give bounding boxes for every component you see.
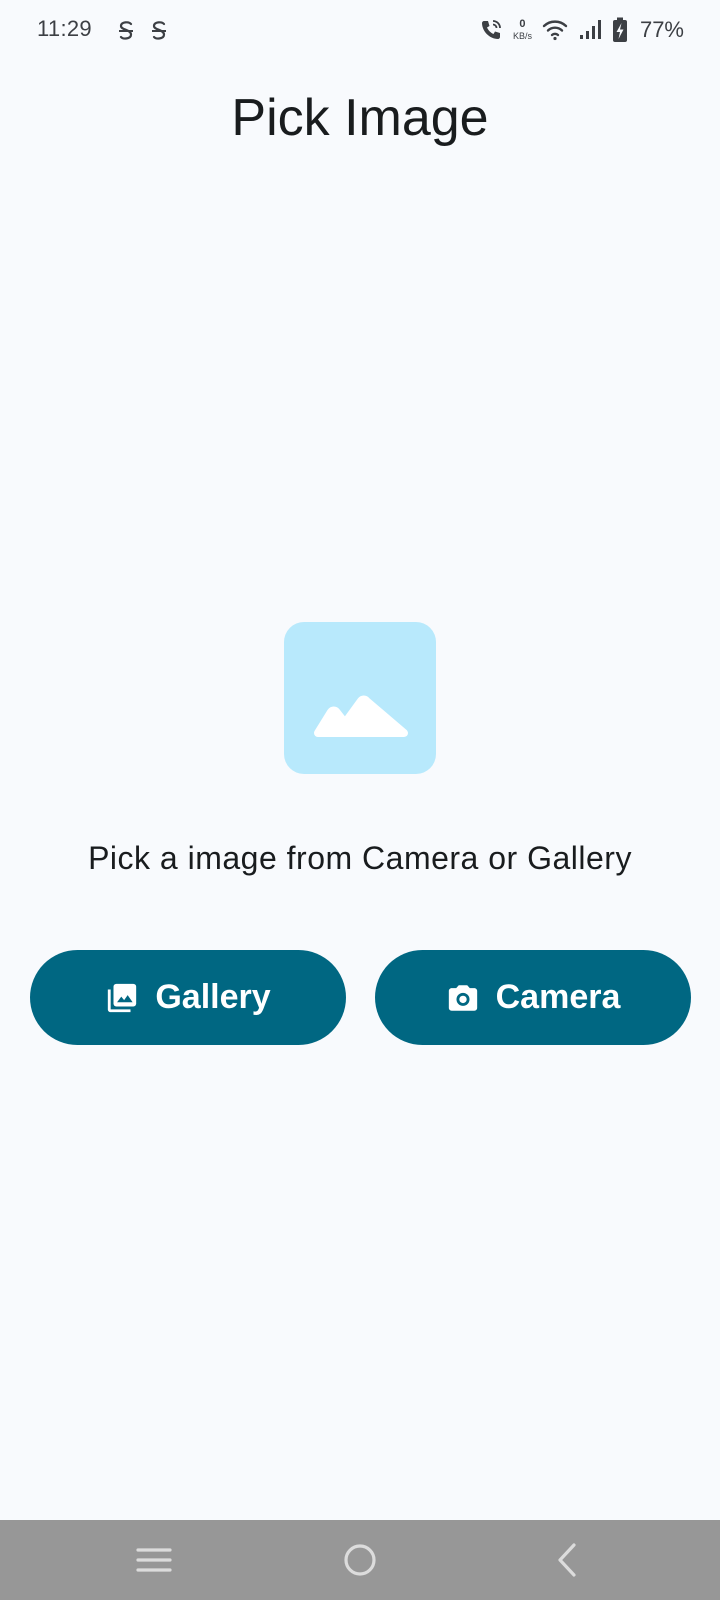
notification-s-icon — [119, 21, 133, 40]
status-icons: 0 KB/s 77% — [479, 14, 684, 46]
page-title: Pick Image — [231, 89, 489, 147]
gallery-button[interactable]: Gallery — [30, 950, 346, 1045]
wifi-calling-icon — [481, 20, 501, 39]
notification-s-icon — [152, 21, 166, 40]
network-speed-unit: KB/s — [512, 31, 532, 41]
home-icon[interactable] — [340, 1540, 380, 1580]
wifi-icon — [542, 20, 568, 41]
instruction-text: Pick a image from Camera or Gallery — [88, 840, 632, 876]
cellular-signal-icon — [579, 20, 601, 39]
navigation-bar — [0, 1520, 720, 1600]
photo-library-icon — [108, 983, 137, 1012]
camera-button[interactable]: Camera — [375, 950, 691, 1045]
status-bar: 11:29 0 KB/s 77% — [0, 0, 720, 62]
image-placeholder-icon — [314, 695, 408, 737]
network-speed-value: 0 — [519, 18, 526, 30]
recents-icon[interactable] — [134, 1540, 174, 1580]
app-screen: 11:29 0 KB/s 77% Pick Image Pick a image… — [0, 0, 720, 1600]
back-icon[interactable] — [548, 1540, 588, 1580]
image-preview — [284, 622, 436, 774]
status-time: 11:29 — [37, 16, 92, 41]
battery-percent: 77% — [639, 17, 684, 42]
camera-icon — [448, 984, 477, 1011]
gallery-button-label: Gallery — [155, 978, 271, 1016]
network-speed: 0 KB/s — [513, 19, 532, 41]
battery-charging-icon — [612, 17, 627, 42]
camera-button-label: Camera — [495, 978, 621, 1016]
